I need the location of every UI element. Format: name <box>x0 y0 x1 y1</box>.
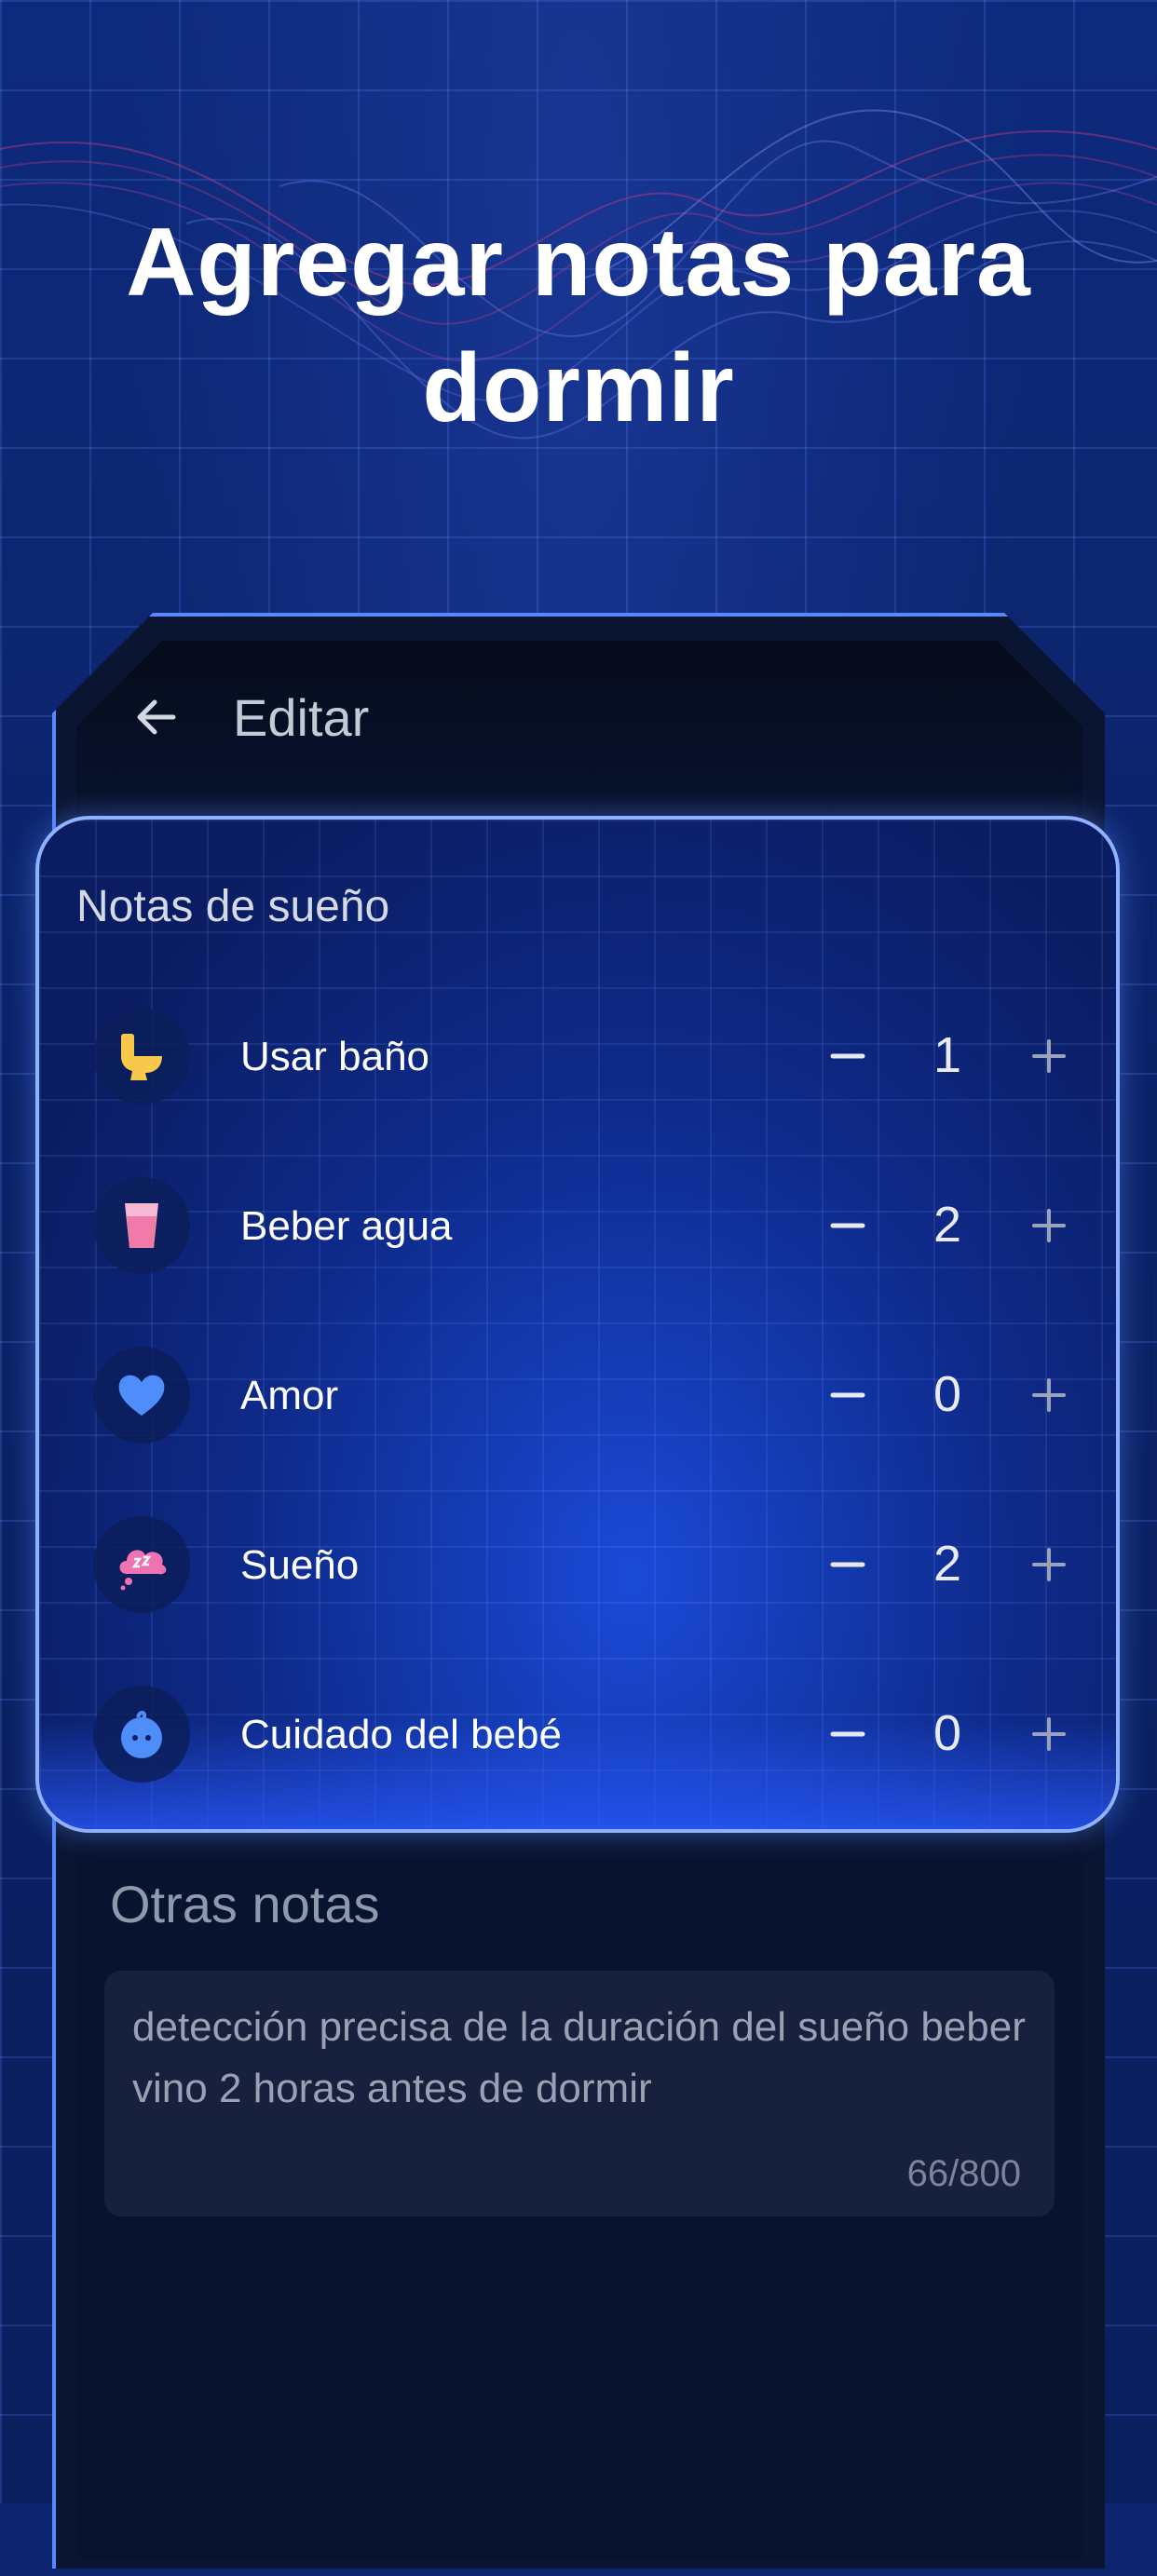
note-icon-wrap <box>93 1347 190 1444</box>
plus-icon <box>1032 1039 1066 1073</box>
decrement-button[interactable] <box>814 1192 881 1259</box>
minus-icon <box>830 1223 865 1228</box>
note-label: Amor <box>240 1373 339 1418</box>
note-count: 2 <box>932 1536 962 1592</box>
increment-button[interactable] <box>1015 1023 1082 1090</box>
minus-icon <box>830 1392 865 1398</box>
heart-icon <box>118 1375 165 1416</box>
note-icon-wrap <box>93 1008 190 1105</box>
water-glass-icon <box>125 1203 158 1248</box>
note-row-beber-agua: Beber agua 2 <box>39 1170 1116 1281</box>
increment-button[interactable] <box>1015 1531 1082 1598</box>
note-label: Usar baño <box>240 1034 430 1079</box>
other-notes-textarea[interactable]: detección precisa de la duración del sue… <box>104 1971 1055 2217</box>
increment-button[interactable] <box>1015 1701 1082 1768</box>
other-notes-title: Otras notas <box>110 1875 380 1933</box>
toilet-icon <box>121 1034 162 1080</box>
plus-icon <box>1032 1548 1066 1581</box>
character-counter: 66/800 <box>906 2153 1021 2194</box>
note-icon-wrap <box>93 1516 190 1613</box>
note-row-sueno: Sueño 2 <box>39 1509 1116 1620</box>
note-label: Sueño <box>240 1542 360 1588</box>
minus-icon <box>830 1562 865 1567</box>
sleep-notes-card: Notas de sueño Usar baño 1 Beber agua 2 … <box>35 816 1120 1833</box>
decrement-button[interactable] <box>814 1362 881 1429</box>
note-icon-wrap <box>93 1686 190 1783</box>
note-count: 1 <box>932 1027 962 1083</box>
note-row-usar-bano: Usar baño 1 <box>39 1000 1116 1112</box>
note-count: 0 <box>932 1366 962 1422</box>
note-label: Cuidado del bebé <box>240 1712 562 1757</box>
sleep-cloud-icon <box>119 1550 167 1591</box>
note-count: 2 <box>932 1197 962 1253</box>
minus-icon <box>830 1053 865 1059</box>
note-icon-wrap <box>93 1177 190 1274</box>
plus-icon <box>1032 1378 1066 1412</box>
headline: Agregar notas para dormir <box>126 209 1031 442</box>
increment-button[interactable] <box>1015 1192 1082 1259</box>
decrement-button[interactable] <box>814 1023 881 1090</box>
back-button[interactable] <box>129 689 184 745</box>
decrement-button[interactable] <box>814 1531 881 1598</box>
decrement-button[interactable] <box>814 1701 881 1768</box>
plus-icon <box>1032 1717 1066 1751</box>
note-row-cuidado-del-bebe: Cuidado del bebé 0 <box>39 1678 1116 1790</box>
note-label: Beber agua <box>240 1203 453 1249</box>
plus-icon <box>1032 1209 1066 1242</box>
page-title: Editar <box>233 688 370 747</box>
arrow-left-icon <box>137 699 176 735</box>
top-bar <box>76 641 1082 827</box>
other-notes-text: detección precisa de la duración del sue… <box>132 2004 1026 2111</box>
increment-button[interactable] <box>1015 1362 1082 1429</box>
minus-icon <box>830 1731 865 1737</box>
note-row-amor: Amor 0 <box>39 1339 1116 1451</box>
note-count: 0 <box>932 1705 962 1761</box>
baby-icon <box>121 1711 162 1758</box>
sleep-notes-title: Notas de sueño <box>76 882 390 931</box>
